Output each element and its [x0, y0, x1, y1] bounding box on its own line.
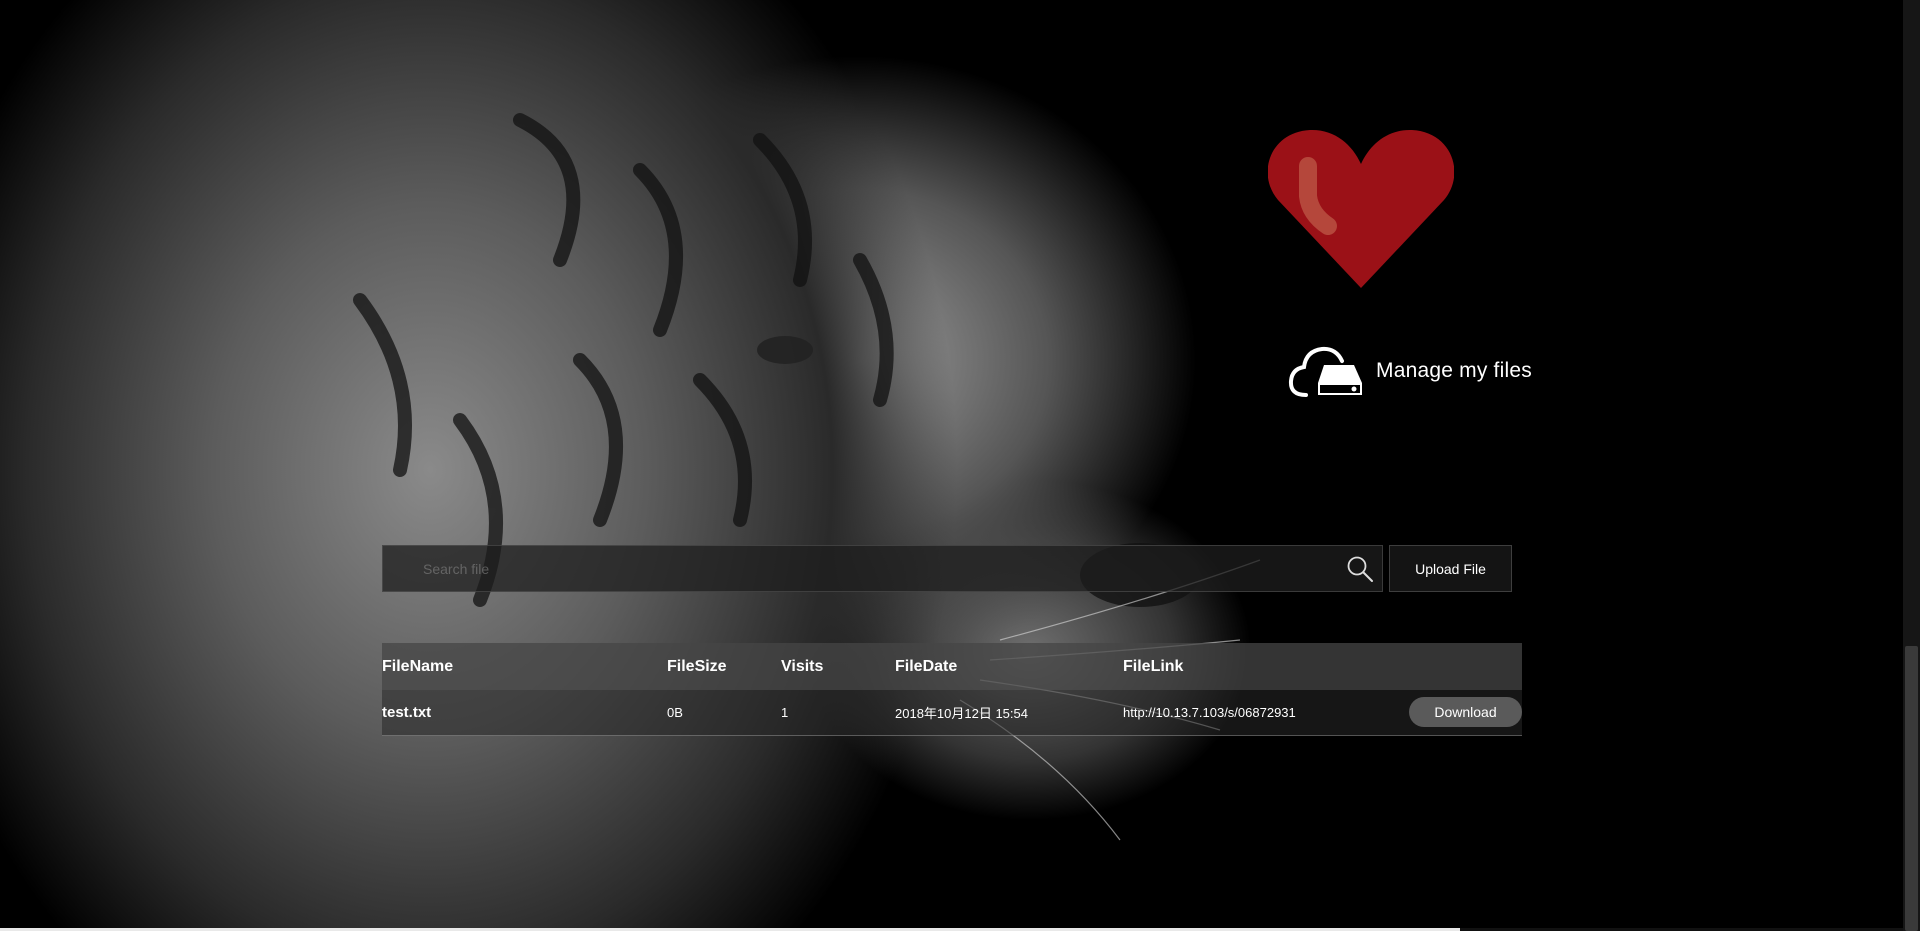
search-bar: [382, 545, 1383, 592]
table-row: test.txt 0B 1 2018年10月12日 15:54 http://1…: [382, 690, 1522, 735]
file-table: FileName FileSize Visits FileDate FileLi…: [382, 643, 1522, 736]
scrollbar-thumb[interactable]: [1905, 646, 1918, 931]
tiger-photo-placeholder: [353, 113, 1261, 841]
file-visits: 1: [781, 704, 789, 720]
header-filename[interactable]: FileName: [382, 643, 667, 690]
manage-files-link[interactable]: Manage my files: [1288, 343, 1532, 399]
heart-logo: [1267, 128, 1455, 290]
search-button[interactable]: [1338, 546, 1382, 591]
file-date: 2018年10月12日 15:54: [895, 705, 1028, 721]
header-filelink[interactable]: FileLink: [1123, 643, 1408, 690]
background-image: [0, 0, 1920, 931]
heart-icon: [1267, 129, 1455, 288]
header-filesize[interactable]: FileSize: [667, 643, 781, 690]
vertical-scrollbar[interactable]: [1903, 0, 1920, 931]
header-filedate[interactable]: FileDate: [895, 643, 1123, 690]
header-action: [1408, 643, 1522, 690]
file-name: test.txt: [382, 703, 432, 721]
download-button[interactable]: Download: [1409, 697, 1522, 728]
action-cell: Download: [1408, 690, 1522, 735]
table-header-row: FileName FileSize Visits FileDate FileLi…: [382, 643, 1522, 690]
header-visits[interactable]: Visits: [781, 643, 895, 690]
manage-files-label: Manage my files: [1376, 359, 1532, 382]
search-input[interactable]: [383, 545, 1338, 592]
file-size: 0B: [667, 704, 683, 720]
cloud-drive-icon: [1288, 346, 1362, 397]
search-icon: [1347, 556, 1373, 582]
upload-file-button[interactable]: Upload File: [1389, 545, 1512, 592]
file-link[interactable]: http://10.13.7.103/s/06872931: [1123, 690, 1408, 735]
